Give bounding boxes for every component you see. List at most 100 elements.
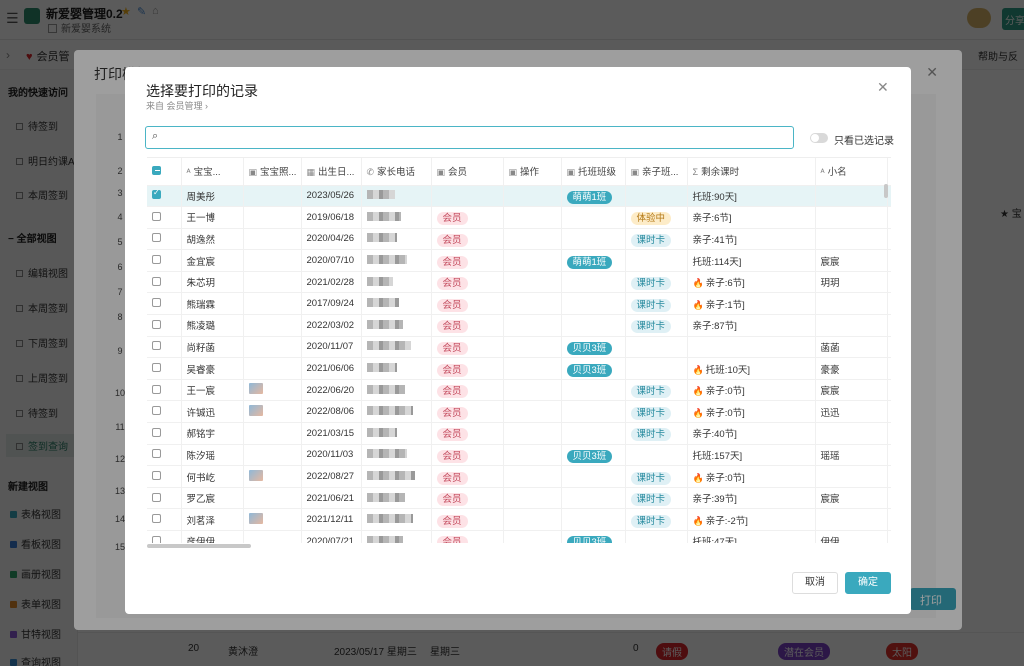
- row-select-cell[interactable]: [147, 228, 182, 251]
- baby-photo[interactable]: [248, 512, 263, 524]
- row-checkbox[interactable]: [152, 449, 161, 459]
- search-input[interactable]: [168, 129, 788, 146]
- row-select-cell[interactable]: [147, 379, 182, 402]
- row-select-cell[interactable]: [147, 314, 182, 337]
- row-checkbox[interactable]: [152, 406, 161, 416]
- only-selected-toggle[interactable]: [810, 133, 828, 143]
- remaining-cell: 亲子:41节]: [687, 228, 816, 251]
- row-checkbox[interactable]: [152, 233, 161, 243]
- row-select-cell[interactable]: [147, 292, 182, 316]
- row-select-cell[interactable]: [147, 336, 182, 359]
- row-checkbox[interactable]: [152, 384, 161, 394]
- row-select-cell[interactable]: [147, 185, 182, 208]
- row-select-cell[interactable]: [147, 249, 182, 272]
- parent-class-cell: 课时卡: [625, 400, 688, 424]
- table-row[interactable]: 许铖迅2022/08/06会员课时卡🔥亲子:0节]迅迅1: [147, 400, 891, 424]
- row-checkbox[interactable]: [152, 188, 161, 200]
- op-cell: [503, 379, 562, 402]
- close-icon[interactable]: ✕: [877, 79, 889, 96]
- row-checkbox[interactable]: [152, 427, 161, 437]
- fire-icon: 🔥: [692, 472, 704, 483]
- row-select-cell[interactable]: [147, 400, 182, 424]
- column-label: 剩余课时: [701, 167, 740, 179]
- column-header[interactable]: ▣ 操作: [503, 158, 562, 186]
- table-row[interactable]: 周美彤2023/05/26萌萌1班托班:90天]1: [147, 185, 891, 208]
- row-checkbox[interactable]: [152, 471, 161, 481]
- column-header[interactable]: ▣ 托班班级: [561, 158, 626, 186]
- class-tag: 萌萌1班: [566, 190, 613, 204]
- table-row[interactable]: 吴睿豪2021/06/06会员贝贝3班🔥托班:10天]豪豪1: [147, 357, 891, 380]
- row-select-cell[interactable]: [147, 508, 182, 531]
- cancel-button[interactable]: 取消: [792, 572, 838, 594]
- member-tag: 会员: [436, 212, 468, 226]
- column-header[interactable]: ▣ 会员: [431, 158, 504, 186]
- row-checkbox[interactable]: [152, 363, 161, 373]
- dob-cell: 2022/03/02: [301, 314, 362, 337]
- row-checkbox[interactable]: [152, 276, 161, 286]
- column-header[interactable]: ▦ 出生日...: [301, 158, 362, 186]
- blurred-phone: [366, 190, 395, 200]
- baby-photo[interactable]: [248, 383, 263, 395]
- column-header[interactable]: ▣ 宝宝照...: [243, 158, 302, 186]
- table-row[interactable]: 熊凌璐 2022/03/02 会员 课时卡 亲子:87节]: [147, 314, 891, 337]
- member-cell: 会员: [431, 444, 504, 467]
- table-row[interactable]: 刘茗泽 2021/12/11 会员 课时卡 🔥亲子:-2节] 1: [147, 508, 891, 531]
- row-checkbox[interactable]: [152, 255, 161, 265]
- table-row[interactable]: 郝铭宇 2021/03/15 会员 课时卡 亲子:40节] 1: [147, 422, 891, 445]
- row-checkbox[interactable]: [152, 492, 161, 502]
- remaining-cell: 🔥 亲子:6节]: [687, 271, 816, 294]
- photo-cell: [243, 357, 302, 380]
- phone-cell: [361, 314, 432, 337]
- horizontal-scrollbar[interactable]: [147, 544, 251, 548]
- table-row[interactable]: 王一宸2022/06/20会员课时卡🔥亲子:0节]宸宸1: [147, 379, 891, 402]
- row-select-cell[interactable]: [147, 271, 182, 294]
- table-row[interactable]: 陈汐瑶 2020/11/03 会员 贝贝3班 托班:157天] 瑶瑶1: [147, 444, 891, 467]
- table-row[interactable]: 尚籽菡 2020/11/07 会员 贝贝3班 菡菡1: [147, 336, 891, 359]
- row-checkbox[interactable]: [152, 514, 161, 524]
- table-row[interactable]: 罗乙宸 2021/06/21 会员 课时卡 亲子:39节] 宸宸1: [147, 487, 891, 510]
- breadcrumb[interactable]: 来自 会员管理 ›: [146, 99, 208, 112]
- column-header[interactable]: Σ 剩余课时: [687, 158, 816, 186]
- table-row[interactable]: 金宜宸 2020/07/10 会员 萌萌1班 托班:114天] 宸宸1: [147, 249, 891, 272]
- vertical-scrollbar[interactable]: [884, 184, 888, 198]
- row-select-cell[interactable]: [147, 487, 182, 510]
- row-select-cell[interactable]: [147, 357, 182, 380]
- confirm-button[interactable]: 确定: [845, 572, 891, 594]
- column-header[interactable]: ᴬ 宝宝...: [181, 158, 244, 186]
- blurred-phone: [366, 514, 413, 524]
- table-row[interactable]: 王一博 2019/06/18 会员 体验中 亲子:6节] 1: [147, 206, 891, 229]
- row-checkbox[interactable]: [152, 319, 161, 329]
- member-tag: 会员: [436, 320, 468, 334]
- nickname-cell: [815, 422, 888, 445]
- row-checkbox[interactable]: [152, 298, 161, 308]
- phone-cell: [361, 292, 432, 316]
- column-header[interactable]: A: [887, 158, 891, 186]
- table-header: ᴬ 宝宝... ▣ 宝宝照... ▦ 出生日... ✆ 家长电话 ▣ 会员 ▣ 操作 ▣ 托班…: [147, 158, 891, 186]
- baby-photo[interactable]: [248, 469, 263, 481]
- only-selected-label: 只看已选记录: [834, 136, 894, 147]
- row-checkbox[interactable]: [152, 341, 161, 351]
- row-checkbox[interactable]: [152, 535, 161, 543]
- op-cell: [503, 444, 562, 467]
- table-row[interactable]: 何书屹 2022/08/27 会员 课时卡 🔥亲子:0节] 1: [147, 465, 891, 488]
- table-row[interactable]: 朱芯玥2021/02/28会员课时卡🔥亲子:6节]玥玥1: [147, 271, 891, 294]
- member-tag: 会员: [436, 298, 468, 312]
- column-header[interactable]: ✆ 家长电话: [361, 158, 432, 186]
- table-row[interactable]: 胡逸然 2020/04/26 会员 课时卡 亲子:41节] 1: [147, 228, 891, 251]
- table-row[interactable]: 熊瑞霖 2017/09/24 会员 课时卡 🔥亲子:1节] 1: [147, 292, 891, 316]
- row-select-cell[interactable]: [147, 530, 182, 543]
- row-select-cell[interactable]: [147, 444, 182, 467]
- row-select-cell[interactable]: [147, 206, 182, 229]
- column-header[interactable]: ▣ 亲子班...: [625, 158, 688, 186]
- column-label: 宝宝照...: [260, 167, 297, 179]
- table-row[interactable]: 彦伊伊 2020/07/21 会员 贝贝3班 托班:47天] 伊伊1: [147, 530, 891, 543]
- row-checkbox[interactable]: [152, 211, 161, 221]
- row-select-cell[interactable]: [147, 422, 182, 445]
- column-header[interactable]: ᴬ 小名: [815, 158, 888, 186]
- class-tag: 贝贝3班: [566, 363, 613, 377]
- phone-cell: [361, 185, 432, 208]
- select-all-cell[interactable]: [147, 158, 182, 186]
- baby-photo[interactable]: [248, 404, 263, 416]
- row-select-cell[interactable]: [147, 465, 182, 488]
- select-all-checkbox[interactable]: [152, 165, 161, 175]
